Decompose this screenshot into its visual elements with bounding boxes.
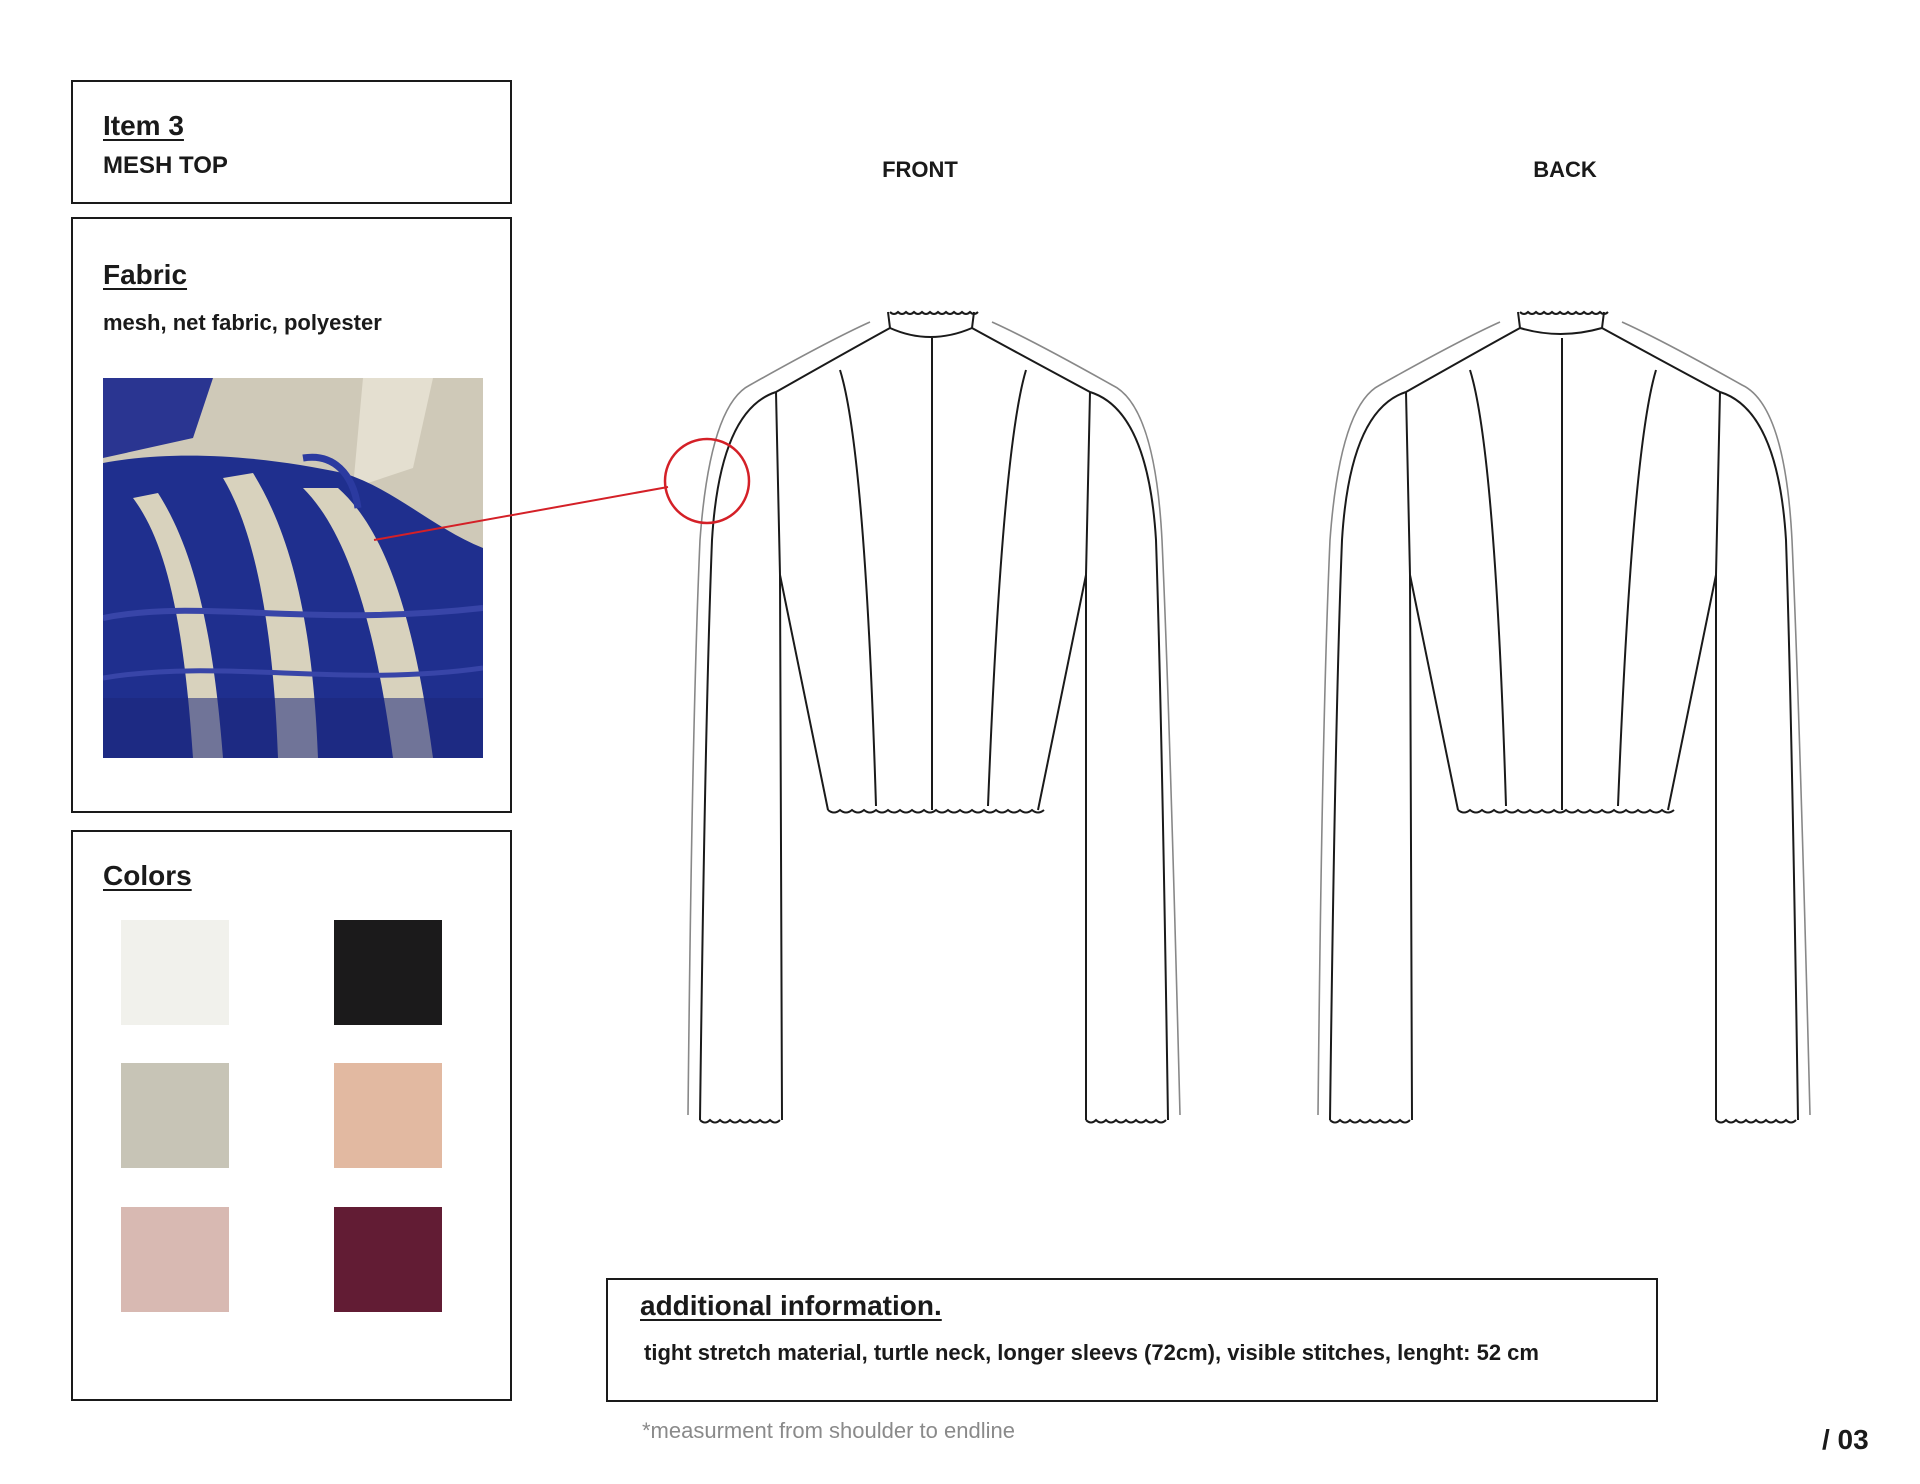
item-title: Item 3	[103, 110, 184, 141]
back-label: BACK	[1533, 157, 1597, 182]
footnote: *measurment from shoulder to endline	[642, 1418, 1015, 1443]
back-sketch	[1317, 310, 1811, 1124]
colors-heading: Colors	[103, 860, 192, 891]
fabric-heading: Fabric	[103, 259, 188, 290]
color-swatch	[121, 1063, 229, 1168]
additional-info-box: additional information. tight stretch ma…	[606, 1278, 1658, 1402]
fabric-description: mesh, net fabric, polyester	[103, 310, 382, 335]
color-swatch	[334, 1207, 442, 1312]
fabric-photo	[103, 378, 483, 758]
item-box: Item 3 MESH TOP	[71, 80, 512, 204]
color-swatch	[334, 1063, 442, 1168]
additional-info-heading: additional information.	[640, 1290, 942, 1321]
colors-box: Colors	[71, 830, 512, 1401]
page-number: / 03	[1822, 1424, 1869, 1455]
item-name: MESH TOP	[103, 152, 228, 179]
color-swatch	[121, 1207, 229, 1312]
front-label: FRONT	[882, 157, 958, 182]
color-swatch	[334, 920, 442, 1025]
additional-info-text: tight stretch material, turtle neck, lon…	[644, 1340, 1539, 1365]
front-sketch	[687, 310, 1181, 1124]
fabric-box: Fabric mesh, net fabric, polyester	[71, 217, 512, 813]
color-swatch	[121, 920, 229, 1025]
